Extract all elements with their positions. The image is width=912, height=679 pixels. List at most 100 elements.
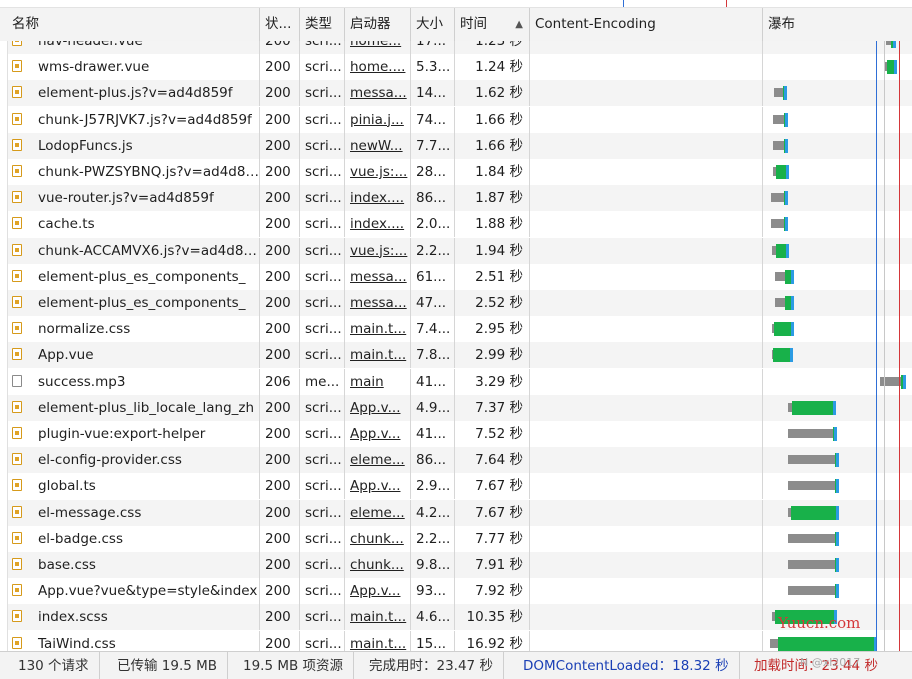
- request-initiator-link[interactable]: eleme...: [345, 500, 411, 526]
- request-initiator-link[interactable]: pinia.j...: [345, 107, 411, 133]
- request-size: 2.2...: [411, 526, 455, 552]
- table-row[interactable]: chunk-ACCAMVX6.js?v=ad4d859f200scri...vu…: [0, 238, 912, 264]
- request-type: scri...: [300, 500, 345, 526]
- request-content-encoding: [530, 395, 763, 421]
- table-row[interactable]: nav-header.vue200scri...home...17...1.23…: [0, 41, 912, 54]
- request-initiator-link[interactable]: chunk...: [345, 552, 411, 578]
- request-name[interactable]: element-plus_es_components_: [7, 290, 260, 316]
- request-initiator-link[interactable]: home....: [345, 54, 411, 80]
- table-row[interactable]: chunk-J57RJVK7.js?v=ad4d859f200scri...pi…: [0, 107, 912, 133]
- table-row[interactable]: el-config-provider.css200scri...eleme...…: [0, 447, 912, 473]
- request-initiator-link[interactable]: App.v...: [345, 421, 411, 447]
- table-row[interactable]: element-plus_es_components_200scri...mes…: [0, 264, 912, 290]
- request-initiator-link[interactable]: App.v...: [345, 473, 411, 499]
- table-row[interactable]: element-plus.js?v=ad4d859f200scri...mess…: [0, 80, 912, 106]
- table-row[interactable]: wms-drawer.vue200scri...home....5.3...1.…: [0, 54, 912, 80]
- table-row[interactable]: App.vue?vue&type=style&index200scri...Ap…: [0, 578, 912, 604]
- request-name[interactable]: App.vue: [7, 342, 260, 368]
- request-content-encoding: [530, 500, 763, 526]
- request-name[interactable]: normalize.css: [7, 316, 260, 342]
- request-content-encoding: [530, 552, 763, 578]
- request-name[interactable]: element-plus_es_components_: [7, 264, 260, 290]
- request-name[interactable]: TaiWind.css: [7, 631, 260, 651]
- table-row[interactable]: plugin-vue:export-helper200scri...App.v.…: [0, 421, 912, 447]
- column-initiator[interactable]: 启动器: [345, 8, 411, 41]
- column-name[interactable]: 名称: [7, 8, 260, 41]
- request-name[interactable]: el-config-provider.css: [7, 447, 260, 473]
- status-bar: 130 个请求 已传输 19.5 MB 19.5 MB 项资源 完成用时：23.…: [0, 651, 912, 679]
- request-name[interactable]: chunk-PWZSYBNQ.js?v=ad4d859f: [7, 159, 260, 185]
- request-name[interactable]: nav-header.vue: [7, 41, 260, 54]
- waterfall-download-bar: [887, 60, 894, 74]
- request-name[interactable]: base.css: [7, 552, 260, 578]
- request-initiator-link[interactable]: vue.js:...: [345, 159, 411, 185]
- request-initiator-link[interactable]: index....: [345, 211, 411, 237]
- request-name[interactable]: chunk-J57RJVK7.js?v=ad4d859f: [7, 107, 260, 133]
- request-size: 17...: [411, 41, 455, 54]
- request-name[interactable]: vue-router.js?v=ad4d859f: [7, 185, 260, 211]
- table-row[interactable]: index.scss200scri...main.t...4.6...10.35…: [0, 604, 912, 630]
- request-name[interactable]: el-badge.css: [7, 526, 260, 552]
- request-initiator-link[interactable]: home...: [345, 41, 411, 54]
- table-row[interactable]: App.vue200scri...main.t...7.8...2.99 秒: [0, 342, 912, 368]
- table-row[interactable]: chunk-PWZSYBNQ.js?v=ad4d859f200scri...vu…: [0, 159, 912, 185]
- request-name[interactable]: element-plus_lib_locale_lang_zh: [7, 395, 260, 421]
- request-initiator-link[interactable]: messa...: [345, 290, 411, 316]
- waterfall-end-marker: [836, 584, 839, 598]
- request-status: 200: [260, 421, 300, 447]
- request-waterfall[interactable]: [763, 421, 912, 447]
- request-initiator-link[interactable]: index....: [345, 185, 411, 211]
- table-row[interactable]: global.ts200scri...App.v...2.9...7.67 秒: [0, 473, 912, 499]
- request-initiator-link[interactable]: vue.js:...: [345, 238, 411, 264]
- request-time: 1.87 秒: [455, 185, 530, 211]
- column-size[interactable]: 大小: [411, 8, 455, 41]
- column-content-encoding[interactable]: Content-Encoding: [530, 8, 763, 41]
- request-name[interactable]: App.vue?vue&type=style&index: [7, 578, 260, 604]
- column-type[interactable]: 类型: [300, 8, 345, 41]
- table-row[interactable]: TaiWind.css200scri...main.t...15...16.92…: [0, 631, 912, 651]
- request-initiator-link[interactable]: main.t...: [345, 631, 411, 651]
- request-type: scri...: [300, 342, 345, 368]
- request-name[interactable]: element-plus.js?v=ad4d859f: [7, 80, 260, 106]
- request-initiator-link[interactable]: chunk...: [345, 526, 411, 552]
- request-type: scri...: [300, 133, 345, 159]
- request-content-encoding: [530, 342, 763, 368]
- column-status[interactable]: 状...: [260, 8, 300, 41]
- request-initiator-link[interactable]: newW...: [345, 133, 411, 159]
- overview-timeline[interactable]: [0, 0, 912, 8]
- request-name[interactable]: chunk-ACCAMVX6.js?v=ad4d859f: [7, 238, 260, 264]
- request-name[interactable]: global.ts: [7, 473, 260, 499]
- request-waterfall[interactable]: [763, 395, 912, 421]
- table-row[interactable]: base.css200scri...chunk...9.8...7.91 秒: [0, 552, 912, 578]
- request-initiator-link[interactable]: App.v...: [345, 578, 411, 604]
- request-name[interactable]: plugin-vue:export-helper: [7, 421, 260, 447]
- table-row[interactable]: el-message.css200scri...eleme...4.2...7.…: [0, 500, 912, 526]
- column-waterfall[interactable]: 瀑布: [763, 8, 912, 41]
- request-status: 200: [260, 107, 300, 133]
- request-initiator-link[interactable]: main.t...: [345, 604, 411, 630]
- request-initiator-link[interactable]: App.v...: [345, 395, 411, 421]
- request-type: scri...: [300, 41, 345, 54]
- column-time[interactable]: 时间 ▲: [455, 8, 530, 41]
- request-name[interactable]: success.mp3: [7, 369, 260, 395]
- request-initiator-link[interactable]: main: [345, 369, 411, 395]
- table-row[interactable]: element-plus_lib_locale_lang_zh200scri..…: [0, 395, 912, 421]
- table-row[interactable]: el-badge.css200scri...chunk...2.2...7.77…: [0, 526, 912, 552]
- request-initiator-link[interactable]: main.t...: [345, 316, 411, 342]
- table-row[interactable]: vue-router.js?v=ad4d859f200scri...index.…: [0, 185, 912, 211]
- table-row[interactable]: success.mp3206me...main41...3.29 秒: [0, 369, 912, 395]
- request-name[interactable]: el-message.css: [7, 500, 260, 526]
- request-initiator-link[interactable]: eleme...: [345, 447, 411, 473]
- request-name[interactable]: cache.ts: [7, 211, 260, 237]
- table-row[interactable]: LodopFuncs.js200scri...newW...7.7...1.66…: [0, 133, 912, 159]
- table-row[interactable]: normalize.css200scri...main.t...7.4...2.…: [0, 316, 912, 342]
- request-initiator-link[interactable]: messa...: [345, 264, 411, 290]
- request-initiator-link[interactable]: messa...: [345, 80, 411, 106]
- request-name[interactable]: index.scss: [7, 604, 260, 630]
- request-initiator-link[interactable]: main.t...: [345, 342, 411, 368]
- request-size: 14...: [411, 80, 455, 106]
- table-row[interactable]: element-plus_es_components_200scri...mes…: [0, 290, 912, 316]
- table-row[interactable]: cache.ts200scri...index....2.0...1.88 秒: [0, 211, 912, 237]
- request-name[interactable]: wms-drawer.vue: [7, 54, 260, 80]
- request-name[interactable]: LodopFuncs.js: [7, 133, 260, 159]
